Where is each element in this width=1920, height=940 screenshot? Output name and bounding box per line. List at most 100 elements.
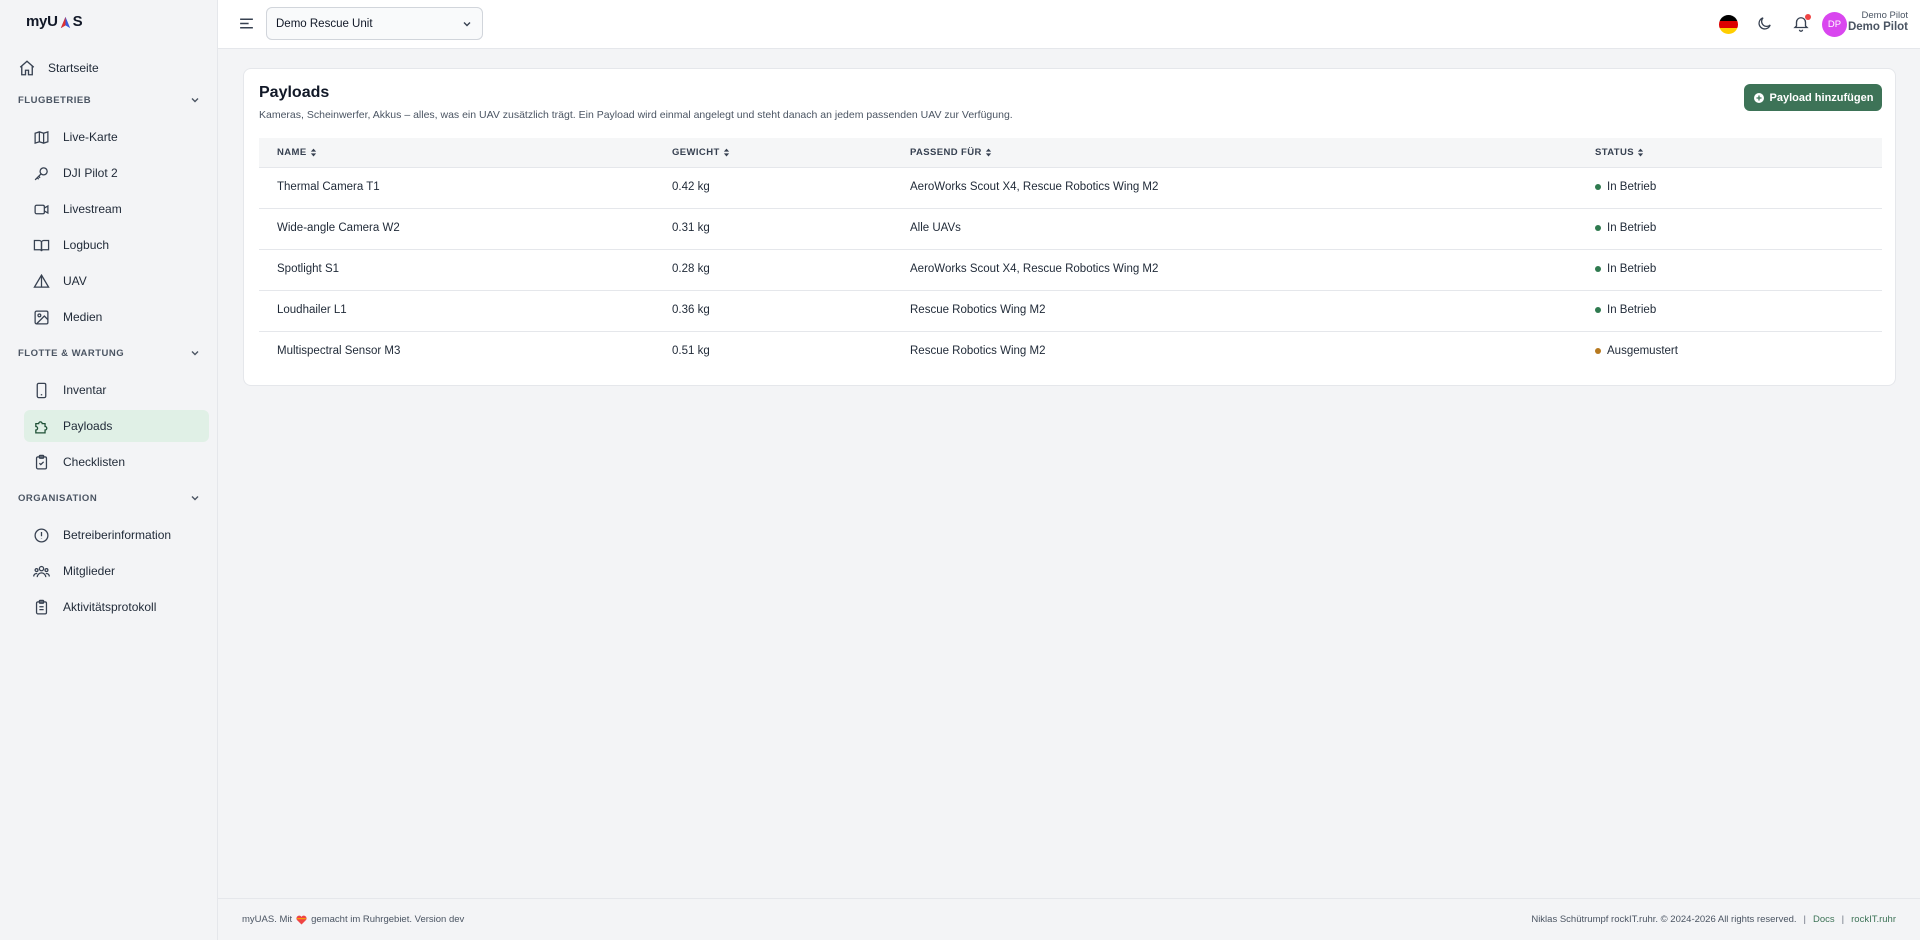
menu-icon[interactable] <box>238 15 255 32</box>
docs-link[interactable]: Docs <box>1813 914 1835 925</box>
sidebar-item-livestream[interactable]: Livestream <box>24 193 209 225</box>
app-logo[interactable]: myU S <box>26 13 83 30</box>
column-header-status[interactable]: STATUS <box>1595 147 1644 158</box>
status-dot <box>1595 266 1601 272</box>
sidebar-item-betreiberinformation[interactable]: Betreiberinformation <box>24 519 209 551</box>
sidebar-item-medien[interactable]: Medien <box>24 301 209 333</box>
status-label: Ausgemustert <box>1607 345 1678 357</box>
section-label: ORGANISATION <box>18 492 98 504</box>
table-row[interactable]: Wide-angle Camera W2 0.31 kg Alle UAVs I… <box>259 209 1882 250</box>
sidebar-item-label: Betreiberinformation <box>63 528 172 542</box>
logo-text-start: myU <box>26 13 58 30</box>
section-flotte-wartung[interactable]: FLOTTE & WARTUNG <box>18 345 200 361</box>
clipboard-check-icon <box>33 454 50 471</box>
cell-fits: Rescue Robotics Wing M2 <box>910 345 1046 357</box>
table-row[interactable]: Thermal Camera T1 0.42 kg AeroWorks Scou… <box>259 168 1882 209</box>
cell-weight: 0.28 kg <box>672 263 710 275</box>
heart-icon <box>296 915 307 925</box>
footer-text-start: myUAS. Mit <box>242 914 293 925</box>
sidebar-item-startseite[interactable]: Startseite <box>18 53 208 83</box>
status-badge: Ausgemustert <box>1595 345 1678 357</box>
section-flugbetrieb[interactable]: FLUGBETRIEB <box>18 92 200 108</box>
sort-icon <box>985 148 991 157</box>
avatar[interactable]: DP <box>1822 12 1847 37</box>
cell-fits: Rescue Robotics Wing M2 <box>910 304 1046 316</box>
sidebar-item-live-karte[interactable]: Live-Karte <box>24 121 209 153</box>
sidebar-item-label: DJI Pilot 2 <box>63 166 118 180</box>
topbar: Demo Rescue Unit DP Demo Pilot Demo Pilo… <box>218 0 1920 49</box>
status-label: In Betrieb <box>1607 304 1657 316</box>
sidebar-item-label: Medien <box>63 310 103 324</box>
users-icon <box>33 563 50 580</box>
column-header-name[interactable]: NAME <box>277 147 317 158</box>
status-dot <box>1595 184 1601 190</box>
alert-circle-icon <box>33 527 50 544</box>
notification-dot <box>1805 14 1811 20</box>
section-organisation[interactable]: ORGANISATION <box>18 490 200 506</box>
table-row[interactable]: Loudhailer L1 0.36 kg Rescue Robotics Wi… <box>259 291 1882 332</box>
cell-name: Wide-angle Camera W2 <box>277 222 400 234</box>
moon-icon[interactable] <box>1756 15 1773 32</box>
sidebar-item-dji-pilot-2[interactable]: DJI Pilot 2 <box>24 157 209 189</box>
triangle-icon <box>33 273 50 290</box>
footer-right: Niklas Schütrumpf rockIT.ruhr. © 2024-20… <box>1531 914 1896 925</box>
column-header-passend-fuer[interactable]: PASSEND FÜR <box>910 147 992 158</box>
video-icon <box>33 201 50 218</box>
page-title: Payloads <box>259 84 330 101</box>
key-icon <box>33 165 50 182</box>
status-label: In Betrieb <box>1607 263 1657 275</box>
logo-text-end: S <box>72 13 83 30</box>
footer: myUAS. Mit gemacht im Ruhrgebiet. Versio… <box>218 898 1920 940</box>
chevron-down-icon <box>463 21 471 26</box>
status-dot <box>1595 225 1601 231</box>
status-badge: In Betrieb <box>1595 222 1656 234</box>
footer-left: myUAS. Mit gemacht im Ruhrgebiet. Versio… <box>242 914 464 925</box>
sidebar-item-logbuch[interactable]: Logbuch <box>24 229 209 261</box>
map-icon <box>33 129 50 146</box>
page-subtitle: Kameras, Scheinwerfer, Akkus – alles, wa… <box>259 109 1013 121</box>
sidebar-item-inventar[interactable]: Inventar <box>24 374 209 406</box>
cell-weight: 0.36 kg <box>672 304 710 316</box>
status-badge: In Betrieb <box>1595 263 1656 275</box>
cell-name: Multispectral Sensor M3 <box>277 345 401 357</box>
add-payload-button[interactable]: Payload hinzufügen <box>1744 84 1882 111</box>
sort-icon <box>1637 148 1644 157</box>
cell-weight: 0.31 kg <box>672 222 710 234</box>
sidebar-item-checklisten[interactable]: Checklisten <box>24 446 209 478</box>
language-flag-de-icon[interactable] <box>1719 15 1738 34</box>
column-header-gewicht[interactable]: GEWICHT <box>672 147 730 158</box>
plus-circle-icon <box>1753 92 1765 104</box>
status-dot <box>1595 307 1601 313</box>
status-dot <box>1595 348 1601 354</box>
sidebar-item-mitglieder[interactable]: Mitglieder <box>24 555 209 587</box>
table-row[interactable]: Multispectral Sensor M3 0.51 kg Rescue R… <box>259 332 1882 373</box>
image-icon <box>33 309 50 326</box>
cell-fits: AeroWorks Scout X4, Rescue Robotics Wing… <box>910 181 1159 193</box>
user-menu[interactable]: Demo Pilot Demo Pilot <box>1848 10 1908 35</box>
rockit-link[interactable]: rockIT.ruhr <box>1851 914 1896 925</box>
sidebar-item-label: UAV <box>63 274 87 288</box>
sidebar-item-aktivitaetsprotokoll[interactable]: Aktivitätsprotokoll <box>24 591 209 623</box>
column-label: GEWICHT <box>672 147 720 158</box>
table-row[interactable]: Spotlight S1 0.28 kg AeroWorks Scout X4,… <box>259 250 1882 291</box>
sidebar-item-payloads[interactable]: Payloads <box>24 410 209 442</box>
cell-name: Thermal Camera T1 <box>277 181 380 193</box>
cell-weight: 0.51 kg <box>672 345 710 357</box>
add-payload-label: Payload hinzufügen <box>1769 91 1874 104</box>
payloads-card: Payloads Kameras, Scheinwerfer, Akkus – … <box>243 68 1896 386</box>
sidebar-item-uav[interactable]: UAV <box>24 265 209 297</box>
column-label: NAME <box>277 147 307 158</box>
home-icon <box>18 59 36 77</box>
book-open-icon <box>33 237 50 254</box>
sidebar-item-label: Payloads <box>63 419 113 433</box>
unit-select-value: Demo Rescue Unit <box>276 17 373 30</box>
cell-name: Loudhailer L1 <box>277 304 347 316</box>
column-label: PASSEND FÜR <box>910 147 982 158</box>
status-label: In Betrieb <box>1607 181 1657 193</box>
sort-icon <box>723 148 729 157</box>
unit-select[interactable]: Demo Rescue Unit <box>266 7 483 40</box>
section-label: FLUGBETRIEB <box>18 94 92 106</box>
sidebar-item-label: Live-Karte <box>63 130 118 144</box>
table-header: NAME GEWICHT PASSEND FÜR STATUS <box>259 138 1882 168</box>
puzzle-icon <box>33 418 50 435</box>
